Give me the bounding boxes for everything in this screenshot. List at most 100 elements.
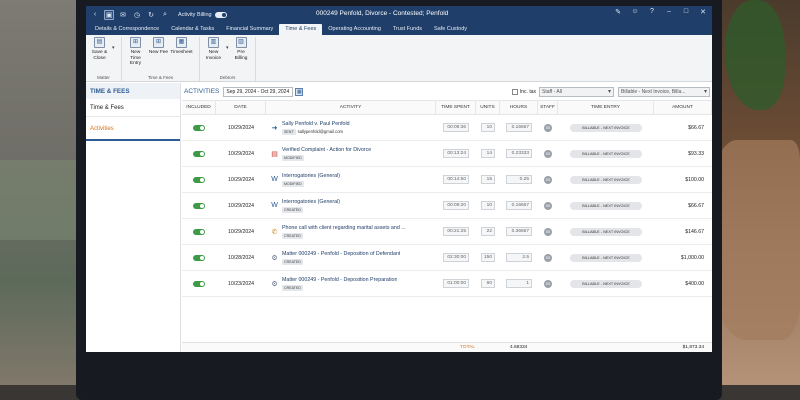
hours-field[interactable]: 1 xyxy=(506,279,532,288)
avatar[interactable]: SS xyxy=(544,123,552,132)
avatar[interactable]: SS xyxy=(544,175,552,184)
units-field[interactable]: 10 xyxy=(481,201,495,210)
included-toggle[interactable] xyxy=(193,176,205,183)
time-entry-status-pill[interactable]: BILLABLE - NEXT INVOICE xyxy=(570,253,642,262)
hours-field[interactable]: 0.36667 xyxy=(506,227,532,236)
tab-time-fees[interactable]: Time & Fees xyxy=(279,24,323,35)
refresh-icon[interactable]: ↻ xyxy=(146,10,156,20)
units-field[interactable]: 22 xyxy=(481,227,495,236)
minimize-icon[interactable]: – xyxy=(664,8,674,16)
tab-trust-funds[interactable]: Trust Funds xyxy=(387,24,428,35)
units-field[interactable]: 14 xyxy=(481,149,495,158)
sidebar-item-activities[interactable]: Activities xyxy=(86,117,180,141)
units-field[interactable]: 10 xyxy=(481,123,495,132)
included-toggle[interactable] xyxy=(193,124,205,131)
chevron-down-icon[interactable]: ▾ xyxy=(112,45,115,61)
table-row[interactable]: 10/29/2024 ✆ Phone call with client regard… xyxy=(182,219,712,245)
avatar[interactable]: SS xyxy=(544,279,552,288)
activity-cell[interactable]: W Interrogatories (General) CREATED xyxy=(266,193,436,218)
time-spent-field[interactable]: 00:09:20 xyxy=(443,201,469,210)
table-row[interactable]: 10/29/2024 ▤ Verified Complaint - Action f… xyxy=(182,141,712,167)
col-amount[interactable]: AMOUNT xyxy=(654,101,712,114)
col-units[interactable]: UNITS xyxy=(476,101,500,114)
activity-title[interactable]: Interrogatories (General) xyxy=(282,173,340,179)
units-field[interactable]: 150 xyxy=(481,253,495,262)
help-icon[interactable]: ? xyxy=(647,8,657,16)
units-field[interactable]: 60 xyxy=(481,279,495,288)
tab-details-correspondence[interactable]: Details & Correspondence xyxy=(89,24,165,35)
table-row[interactable]: 10/29/2024 W Interrogatories (General) MODI… xyxy=(182,167,712,193)
avatar[interactable]: SS xyxy=(544,201,552,210)
col-staff[interactable]: STAFF xyxy=(538,101,558,114)
avatar[interactable]: SS xyxy=(544,149,552,158)
activity-cell[interactable]: ⚙ Matter 000249 - Penfold - Deposition Pr… xyxy=(266,271,436,296)
tab-safe-custody[interactable]: Safe Custody xyxy=(428,24,473,35)
col-time-spent[interactable]: TIME SPENT xyxy=(436,101,476,114)
activity-cell[interactable]: ⚙ Matter 000249 - Penfold - Deposition of… xyxy=(266,245,436,270)
activity-title[interactable]: Matter 000249 - Penfold - Deposition of … xyxy=(282,251,400,257)
table-row[interactable]: 10/28/2024 ⚙ Matter 000249 - Penfold - Dep… xyxy=(182,245,712,271)
table-row[interactable]: 10/29/2024 W Interrogatories (General) CREA… xyxy=(182,193,712,219)
mail-icon[interactable]: ✉ xyxy=(118,10,128,20)
activity-cell[interactable]: ▤ Verified Complaint - Action for Divorce… xyxy=(266,141,436,166)
maximize-icon[interactable]: □ xyxy=(681,8,691,16)
included-toggle[interactable] xyxy=(193,280,205,287)
activity-cell[interactable]: ✆ Phone call with client regarding marita… xyxy=(266,219,436,244)
inc-tax-checkbox[interactable] xyxy=(511,88,518,95)
calendar-icon[interactable]: ▦ xyxy=(295,87,304,96)
activity-title[interactable]: Phone call with client regarding marital… xyxy=(282,225,406,231)
table-row[interactable]: 10/29/2024 ➜ Sally Penfold v. Paul Penfold… xyxy=(182,115,712,141)
col-included[interactable]: INCLUDED xyxy=(182,101,216,114)
time-spent-field[interactable]: 00:21:25 xyxy=(443,227,469,236)
included-toggle[interactable] xyxy=(193,202,205,209)
close-icon[interactable]: ✕ xyxy=(698,8,708,16)
date-range-input[interactable]: Sep 29, 2024 - Oct 29, 2024 xyxy=(223,86,294,97)
billing-filter-select[interactable]: Billable - Next Invoice, Billa... xyxy=(618,86,710,97)
activity-cell[interactable]: W Interrogatories (General) MODIFIED xyxy=(266,167,436,192)
chevron-down-icon[interactable]: ▾ xyxy=(226,45,229,61)
pre-billing-button[interactable]: ▥ Pre Billing xyxy=(231,37,252,61)
hours-field[interactable]: 0.23333 xyxy=(506,149,532,158)
time-entry-status-pill[interactable]: BILLABLE - NEXT INVOICE xyxy=(570,279,642,288)
time-entry-status-pill[interactable]: BILLABLE - NEXT INVOICE xyxy=(570,201,642,210)
col-activity[interactable]: ACTIVITY xyxy=(266,101,436,114)
activity-title[interactable]: Sally Penfold v. Paul Penfold xyxy=(282,121,350,127)
time-entry-status-pill[interactable]: BILLABLE - NEXT INVOICE xyxy=(570,123,642,132)
back-icon[interactable]: ‹ xyxy=(90,10,100,20)
col-time-entry[interactable]: TIME ENTRY xyxy=(558,101,654,114)
time-entry-status-pill[interactable]: BILLABLE - NEXT INVOICE xyxy=(570,149,642,158)
save-close-button[interactable]: ▤ Save & Close xyxy=(89,37,110,61)
new-time-entry-button[interactable]: ⊞ New Time Entry xyxy=(125,37,146,67)
units-field[interactable]: 15 xyxy=(481,175,495,184)
new-invoice-button[interactable]: ▥ New Invoice xyxy=(203,37,224,61)
avatar[interactable]: SS xyxy=(544,253,552,262)
staff-filter-select[interactable]: Staff - All xyxy=(539,86,614,97)
tab-calendar-tasks[interactable]: Calendar & Tasks xyxy=(165,24,220,35)
activity-billing-toggle[interactable] xyxy=(214,11,227,18)
timesheet-button[interactable]: ▦ Timesheet xyxy=(170,37,193,67)
avatar[interactable]: SS xyxy=(544,227,552,236)
time-spent-field[interactable]: 00:09:36 xyxy=(443,123,469,132)
hours-field[interactable]: 0.16667 xyxy=(506,201,532,210)
activity-cell[interactable]: ➜ Sally Penfold v. Paul Penfold SENT sallyp… xyxy=(266,115,436,140)
activity-title[interactable]: Verified Complaint - Action for Divorce xyxy=(282,147,371,153)
col-hours[interactable]: HOURS xyxy=(500,101,538,114)
activity-title[interactable]: Matter 000249 - Penfold - Deposition Pre… xyxy=(282,277,397,283)
time-spent-field[interactable]: 00:14:50 xyxy=(443,175,469,184)
col-date[interactable]: DATE xyxy=(216,101,266,114)
hours-field[interactable]: 0.16667 xyxy=(506,123,532,132)
app-logo-icon[interactable]: ▣ xyxy=(104,9,114,20)
time-spent-field[interactable]: 00:13:24 xyxy=(443,149,469,158)
user-icon[interactable]: ☺ xyxy=(630,8,640,16)
pin-icon[interactable]: ✎ xyxy=(613,8,623,16)
tab-operating-accounting[interactable]: Operating Accounting xyxy=(322,24,387,35)
time-entry-status-pill[interactable]: BILLABLE - NEXT INVOICE xyxy=(570,175,642,184)
activity-title[interactable]: Interrogatories (General) xyxy=(282,199,340,205)
time-spent-field[interactable]: 02:30:00 xyxy=(443,253,469,262)
clock-icon[interactable]: ◷ xyxy=(132,10,142,20)
table-row[interactable]: 10/23/2024 ⚙ Matter 000249 - Penfold - Dep… xyxy=(182,271,712,297)
time-spent-field[interactable]: 01:00:00 xyxy=(443,279,469,288)
tab-financial-summary[interactable]: Financial Summary xyxy=(220,24,279,35)
included-toggle[interactable] xyxy=(193,228,205,235)
included-toggle[interactable] xyxy=(193,254,205,261)
